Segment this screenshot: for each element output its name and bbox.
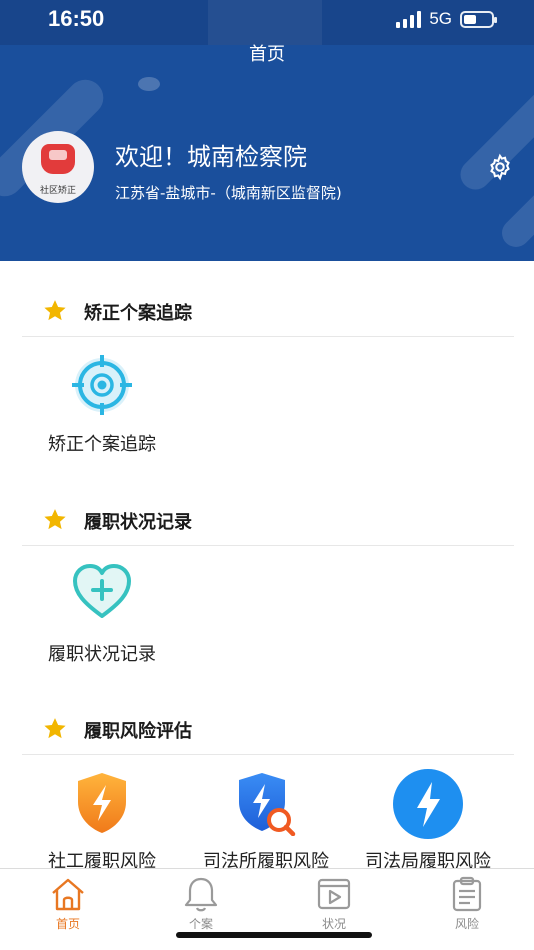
section-header-case-tracking: 矫正个案追踪	[22, 283, 514, 337]
location-text: 江苏省-盐城市-（城南新区监督院)	[115, 184, 342, 202]
section-header-duty-status: 履职状况记录	[22, 492, 514, 546]
network-type: 5G	[429, 9, 452, 28]
tab-home[interactable]: 首页	[18, 875, 118, 932]
tile-label: 履职状况记录	[48, 644, 156, 665]
tab-label: 个案	[188, 917, 213, 931]
tile-judicial-bureau-risk[interactable]: 司法局履职风险	[358, 768, 498, 872]
tile-label: 矫正个案追踪	[48, 434, 156, 455]
tab-cases[interactable]: 个案	[151, 875, 251, 932]
status-time: 16:50	[48, 6, 105, 31]
section-title: 矫正个案追踪	[84, 303, 192, 324]
tab-risk[interactable]: 风险	[417, 875, 517, 932]
gear-icon[interactable]	[486, 153, 514, 181]
tile-social-worker-risk[interactable]: 社工履职风险	[32, 770, 172, 872]
status-indicators: 5G	[396, 9, 497, 29]
avatar[interactable]: 社区矫正	[22, 131, 94, 203]
signal-icon	[396, 10, 422, 28]
tab-label: 首页	[55, 917, 80, 931]
tile-case-tracking[interactable]: 矫正个案追踪	[32, 352, 172, 455]
decoration-block	[208, 0, 322, 45]
decoration-dot	[138, 77, 160, 91]
section-title: 履职风险评估	[84, 721, 192, 742]
emblem-icon	[41, 144, 75, 174]
heart-plus-icon	[73, 564, 131, 618]
star-icon	[44, 300, 66, 321]
welcome-text: 欢迎！城南检察院	[115, 143, 307, 171]
home-indicator	[176, 932, 372, 938]
star-icon	[44, 509, 66, 530]
blue-bolt-circle-icon	[393, 769, 463, 839]
target-icon	[72, 355, 132, 415]
tab-label: 风险	[454, 917, 479, 931]
bell-icon	[184, 877, 218, 912]
page-title: 首页	[249, 44, 285, 65]
clipboard-icon	[452, 876, 482, 912]
orange-shield-bolt-icon	[78, 773, 126, 833]
star-icon	[44, 718, 66, 739]
video-icon	[317, 878, 351, 910]
tile-duty-status[interactable]: 履职状况记录	[32, 562, 172, 665]
blue-shield-search-icon	[239, 773, 296, 836]
battery-icon	[460, 10, 497, 28]
avatar-caption: 社区矫正	[39, 186, 76, 196]
home-icon	[52, 878, 84, 911]
tab-label: 状况	[321, 917, 346, 931]
tile-judicial-office-risk[interactable]: 司法所履职风险	[196, 770, 336, 872]
section-header-risk-assessment: 履职风险评估	[22, 701, 514, 755]
section-title: 履职状况记录	[84, 512, 192, 533]
tab-status[interactable]: 状况	[284, 875, 384, 932]
